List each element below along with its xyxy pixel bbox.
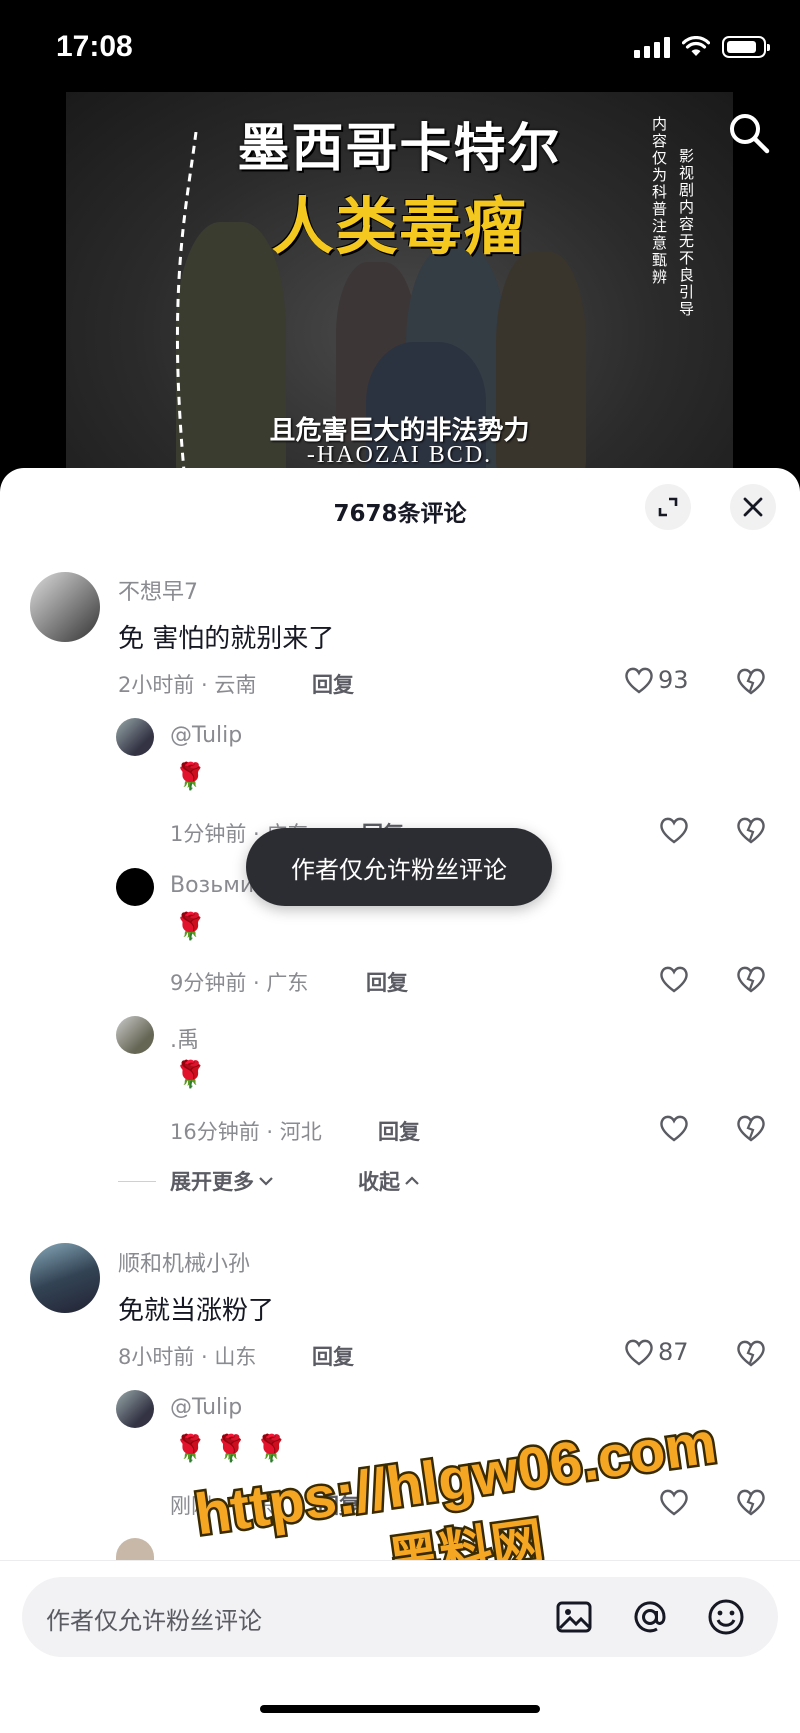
reply-username[interactable]: .禹 bbox=[170, 1022, 199, 1054]
comment-input-placeholder: 作者仅允许粉丝评论 bbox=[46, 1607, 262, 1635]
comment-username[interactable]: 顺和机械小孙 bbox=[118, 1246, 250, 1278]
expand-icon bbox=[658, 497, 678, 517]
broken-heart-icon[interactable] bbox=[736, 816, 766, 844]
avatar[interactable] bbox=[30, 1243, 100, 1313]
broken-heart-icon[interactable] bbox=[736, 965, 766, 993]
heart-icon[interactable] bbox=[659, 816, 689, 844]
avatar[interactable] bbox=[30, 572, 100, 642]
comment-input[interactable]: 作者仅允许粉丝评论 bbox=[22, 1577, 778, 1657]
toast-message: 作者仅允许粉丝评论 bbox=[246, 828, 552, 906]
video-area[interactable]: 墨西哥卡特尔 人类毒瘤 内容仅为科普注意甄辨 影视剧内容无不良引导 且危害巨大的… bbox=[0, 92, 800, 492]
reply-username[interactable]: @Tulip bbox=[170, 1395, 242, 1420]
wifi-icon bbox=[682, 36, 710, 56]
reply-meta: 刚刚 · 广东 bbox=[170, 1494, 275, 1518]
reply-username[interactable]: Возьми bbox=[170, 873, 254, 898]
avatar[interactable] bbox=[116, 718, 154, 756]
comment-meta: 2小时前 · 云南 bbox=[118, 673, 257, 697]
reply-button[interactable]: 回复 bbox=[366, 967, 408, 997]
expand-more-button[interactable]: 展开更多 bbox=[170, 1166, 274, 1196]
search-icon[interactable] bbox=[726, 110, 772, 156]
close-button[interactable] bbox=[730, 484, 776, 530]
divider bbox=[118, 1180, 156, 1182]
broken-heart-icon[interactable] bbox=[736, 667, 766, 695]
broken-heart-icon[interactable] bbox=[736, 1488, 766, 1516]
reply-text: 🌹 🌹 🌹 bbox=[174, 1434, 288, 1464]
cellular-signal-icon bbox=[634, 36, 670, 58]
comment-text: 免 害怕的就别来了 bbox=[118, 624, 335, 654]
heart-icon bbox=[625, 667, 653, 694]
heart-icon[interactable] bbox=[659, 1114, 689, 1142]
reply-button[interactable]: 回复 bbox=[318, 1490, 360, 1520]
home-indicator[interactable] bbox=[260, 1705, 540, 1713]
like-button[interactable]: 87 bbox=[624, 1338, 689, 1366]
reply-button[interactable]: 回复 bbox=[312, 1341, 354, 1371]
expand-more-label: 展开更多 bbox=[170, 1170, 254, 1194]
heart-icon bbox=[625, 1339, 653, 1366]
chevron-up-icon bbox=[405, 1176, 419, 1185]
comments-sheet: 7678条评论 bbox=[0, 468, 800, 1732]
heart-icon[interactable] bbox=[659, 1488, 689, 1516]
sheet-header: 7678条评论 bbox=[0, 468, 800, 548]
video-title-line2: 人类毒瘤 bbox=[271, 190, 528, 263]
video-brand: -HAOZAI BCD. bbox=[306, 442, 493, 468]
expand-button[interactable] bbox=[645, 484, 691, 530]
emoji-icon[interactable] bbox=[706, 1597, 746, 1637]
video-title-line1: 墨西哥卡特尔 bbox=[237, 119, 562, 179]
like-count: 87 bbox=[658, 1338, 689, 1366]
reply-button[interactable]: 回复 bbox=[378, 1116, 420, 1146]
comment-meta: 8小时前 · 山东 bbox=[118, 1345, 257, 1369]
reply-text: 🌹 bbox=[174, 762, 207, 792]
video-side-text: 影视剧内容无不良引导 bbox=[677, 148, 695, 318]
comment-username[interactable]: 不想早7 bbox=[118, 574, 198, 606]
comment-text: 免就当涨粉了 bbox=[118, 1296, 275, 1326]
battery-icon bbox=[722, 36, 770, 58]
broken-heart-icon[interactable] bbox=[736, 1339, 766, 1367]
reply-button[interactable]: 回复 bbox=[312, 669, 354, 699]
collapse-label: 收起 bbox=[358, 1170, 400, 1194]
battery-level bbox=[727, 41, 756, 53]
status-time: 17:08 bbox=[56, 30, 133, 63]
video-side-text: 内容仅为科普注意甄辨 bbox=[650, 116, 668, 286]
chevron-down-icon bbox=[259, 1177, 273, 1186]
broken-heart-icon[interactable] bbox=[736, 1114, 766, 1142]
avatar[interactable] bbox=[116, 1016, 154, 1054]
heart-icon[interactable] bbox=[659, 965, 689, 993]
status-bar: 17:08 bbox=[0, 0, 800, 92]
video-poster: 墨西哥卡特尔 人类毒瘤 内容仅为科普注意甄辨 影视剧内容无不良引导 且危害巨大的… bbox=[66, 92, 733, 492]
reply-text: 🌹 bbox=[174, 912, 207, 942]
reply-username[interactable]: @Tulip bbox=[170, 723, 242, 748]
collapse-button[interactable]: 收起 bbox=[358, 1166, 420, 1196]
reply-meta: 16分钟前 · 河北 bbox=[170, 1120, 322, 1144]
image-icon[interactable] bbox=[554, 1597, 594, 1637]
avatar[interactable] bbox=[116, 868, 154, 906]
mention-icon[interactable] bbox=[630, 1597, 670, 1637]
close-icon bbox=[743, 497, 763, 517]
status-icons bbox=[634, 36, 770, 58]
replies-toggle-row: 展开更多 收起 bbox=[118, 1166, 420, 1196]
like-button[interactable]: 93 bbox=[624, 666, 689, 694]
reply-meta: 9分钟前 · 广东 bbox=[170, 971, 309, 995]
like-count: 93 bbox=[658, 666, 689, 694]
avatar[interactable] bbox=[116, 1390, 154, 1428]
reply-text: 🌹 bbox=[174, 1060, 207, 1090]
